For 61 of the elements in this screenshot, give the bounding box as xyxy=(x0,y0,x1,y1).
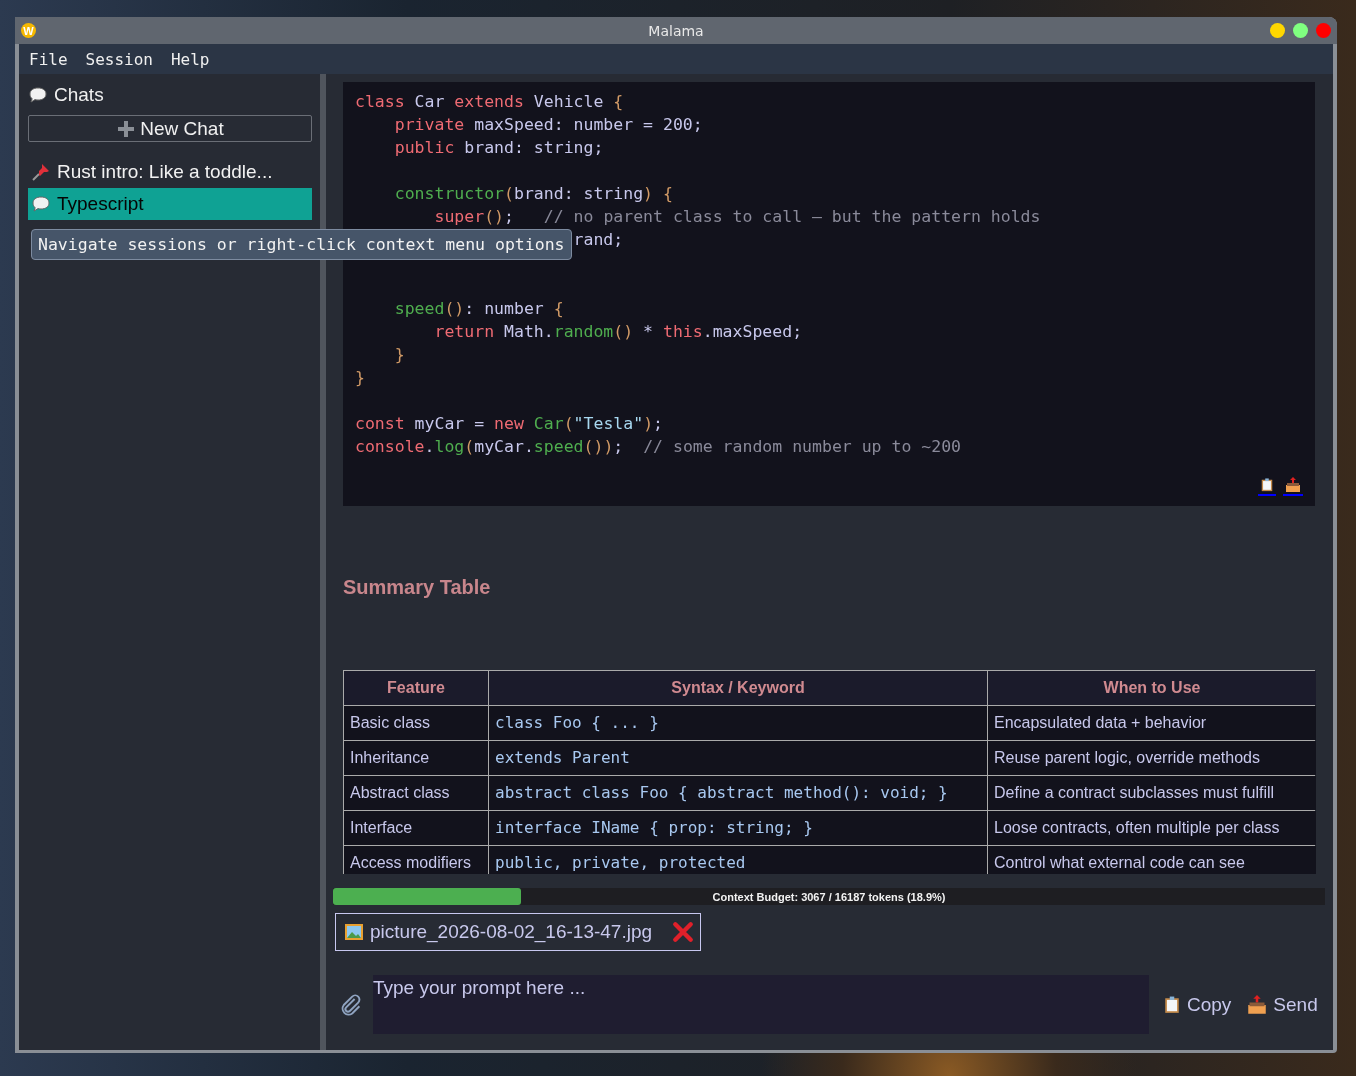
table-cell: extends Parent xyxy=(489,741,987,775)
code-line: console.log(myCar.speed()); // some random number up to ~200 xyxy=(355,437,962,456)
code-line: rand; xyxy=(573,230,624,249)
table-cell: Basic class xyxy=(344,706,488,740)
clipboard-icon xyxy=(1163,994,1181,1015)
sidebar-heading: Chats xyxy=(54,84,104,106)
table-cell: Interface xyxy=(344,811,488,845)
picture-icon xyxy=(344,922,364,942)
speech-bubble-icon xyxy=(31,194,51,214)
pushpin-icon xyxy=(31,162,51,182)
table-cell: interface IName { prop: string; } xyxy=(489,811,987,845)
code-line: return Math.random() * this.maxSpeed; xyxy=(434,322,803,341)
prompt-field[interactable]: Type your prompt here ... xyxy=(373,975,1149,1034)
table-cell: public, private, protected xyxy=(489,846,987,874)
paperclip-icon[interactable] xyxy=(339,992,363,1017)
chat-list-item[interactable]: Rust intro: Like a toddle... xyxy=(28,156,312,188)
maximize-button[interactable] xyxy=(1293,23,1308,38)
column-header: Syntax / Keyword xyxy=(489,671,987,705)
code-line: const myCar = new Car("Tesla"); xyxy=(355,414,663,433)
copy-code-button[interactable] xyxy=(1258,477,1276,496)
menu-item[interactable]: Session xyxy=(85,49,153,69)
chat-list-item[interactable]: Typescript xyxy=(28,188,312,220)
send-button[interactable]: Send xyxy=(1245,991,1320,1018)
table-cell: class Foo { ... } xyxy=(489,706,987,740)
speech-bubble-icon xyxy=(28,85,48,105)
table-cell: Access modifiers xyxy=(344,846,488,874)
column-header: When to Use xyxy=(988,671,1316,705)
outbox-icon xyxy=(1285,477,1301,493)
code-line: } xyxy=(355,368,365,387)
app-logo: W xyxy=(21,23,36,38)
code-line: } xyxy=(394,345,405,364)
table-cell: Encapsulated data + behavior xyxy=(988,706,1316,740)
export-code-button[interactable] xyxy=(1283,477,1303,496)
code-line: speed(): number { xyxy=(394,299,564,318)
column-header: Feature xyxy=(344,671,488,705)
code-line: class Car extends Vehicle { xyxy=(355,92,624,111)
table-cell: Control what external code can see xyxy=(988,846,1316,874)
menu-item[interactable]: File xyxy=(29,49,68,69)
table-cell: Define a contract subclasses must fulfill xyxy=(988,776,1316,810)
table-cell: Loose contracts, often multiple per class xyxy=(988,811,1316,845)
clipboard-icon xyxy=(1260,477,1274,493)
table-cell: abstract class Foo { abstract method(): void; } xyxy=(489,776,987,810)
code-line: constructor(brand: string) { xyxy=(394,184,673,203)
remove-attachment-button[interactable] xyxy=(672,921,695,943)
code-line: public brand: string; xyxy=(394,138,604,157)
new-chat-button[interactable]: New Chat xyxy=(28,115,312,142)
minimize-button[interactable] xyxy=(1270,23,1285,38)
outbox-icon xyxy=(1247,994,1268,1015)
menu-item[interactable]: Help xyxy=(170,49,210,69)
table-cell: Abstract class xyxy=(344,776,488,810)
copy-button[interactable]: Copy xyxy=(1161,991,1234,1018)
window-title: Malama xyxy=(648,22,704,39)
code-line: super(); // no parent class to call — but the pattern holds xyxy=(434,207,1041,226)
table-cell: Inheritance xyxy=(344,741,488,775)
section-heading: Summary Table xyxy=(343,576,492,600)
attachment-name: picture_2026-08-02_16-13-47.jpg xyxy=(370,921,653,943)
budget-label: Context Budget: 3067 / 16187 tokens (18.9%) xyxy=(712,890,946,903)
table-cell: Reuse parent logic, override methods xyxy=(988,741,1316,775)
plus-icon xyxy=(116,118,137,139)
tooltip: Navigate sessions or right-click context menu options xyxy=(31,229,572,260)
code-line: private maxSpeed: number = 200; xyxy=(394,115,703,134)
